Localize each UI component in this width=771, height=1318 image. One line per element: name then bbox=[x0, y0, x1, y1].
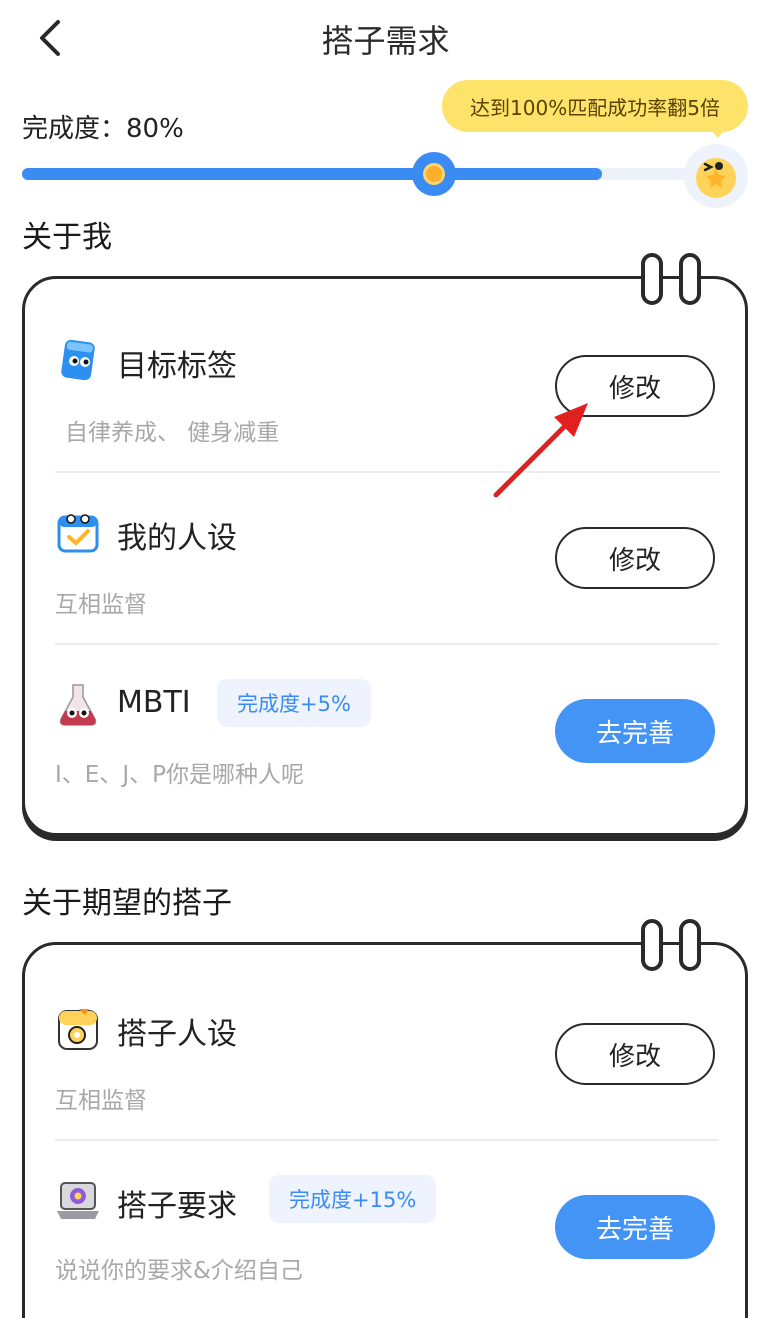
blue-block-mascot-icon bbox=[55, 337, 101, 383]
laptop-mascot-icon bbox=[55, 1177, 101, 1223]
binder-rings bbox=[639, 919, 709, 979]
row-subtitle: 互相监督 bbox=[55, 592, 147, 618]
row-subtitle: 自律养成、 健身减重 bbox=[65, 420, 280, 446]
completion-progress-fill bbox=[22, 168, 602, 180]
duck-note-icon bbox=[55, 1005, 101, 1051]
edit-my-persona-button[interactable]: 修改 bbox=[555, 527, 715, 589]
completion-tip-bubble: 达到100%匹配成功率翻5倍 bbox=[442, 80, 748, 132]
progress-knob bbox=[412, 152, 456, 196]
potion-flask-icon bbox=[55, 681, 101, 727]
row-subtitle: I、E、J、P你是哪种人呢 bbox=[55, 762, 304, 788]
edit-partner-persona-button[interactable]: 修改 bbox=[555, 1023, 715, 1085]
divider bbox=[55, 471, 719, 473]
about-me-card: 目标标签 自律养成、 健身减重 修改 我的人设 互相监督 修改 MBTI 完成度… bbox=[22, 253, 748, 836]
row-title: 搭子人设 bbox=[117, 1017, 237, 1052]
row-subtitle: 说说你的要求&介绍自己 bbox=[55, 1258, 303, 1284]
row-title: MBTI bbox=[117, 685, 191, 720]
page-title: 搭子需求 bbox=[321, 22, 450, 60]
row-title: 我的人设 bbox=[117, 521, 237, 556]
calendar-check-icon bbox=[55, 509, 101, 555]
tip-bubble-tail bbox=[708, 126, 728, 138]
star-mascot-icon bbox=[684, 144, 748, 208]
divider bbox=[55, 643, 719, 645]
row-title: 搭子要求 bbox=[117, 1189, 237, 1224]
divider bbox=[55, 1139, 719, 1141]
binder-rings bbox=[639, 253, 709, 313]
annotation-arrow-icon bbox=[493, 403, 588, 498]
section-title-about-me: 关于我 bbox=[22, 220, 112, 255]
complete-partner-requirements-button[interactable]: 去完善 bbox=[555, 1195, 715, 1259]
section-title-about-partner: 关于期望的搭子 bbox=[22, 886, 232, 921]
completion-bonus-tag: 完成度+5% bbox=[217, 679, 371, 727]
completion-bonus-tag: 完成度+15% bbox=[269, 1175, 437, 1223]
top-bar: 搭子需求 bbox=[0, 0, 771, 80]
completion-label: 完成度：80% bbox=[22, 114, 184, 144]
row-title: 目标标签 bbox=[117, 349, 237, 384]
complete-mbti-button[interactable]: 去完善 bbox=[555, 699, 715, 763]
row-subtitle: 互相监督 bbox=[55, 1088, 147, 1114]
completion-progress-track bbox=[22, 168, 722, 180]
about-partner-card: 搭子人设 互相监督 修改 搭子要求 完成度+15% 说说你的要求&介绍自己 去完… bbox=[22, 919, 748, 1318]
